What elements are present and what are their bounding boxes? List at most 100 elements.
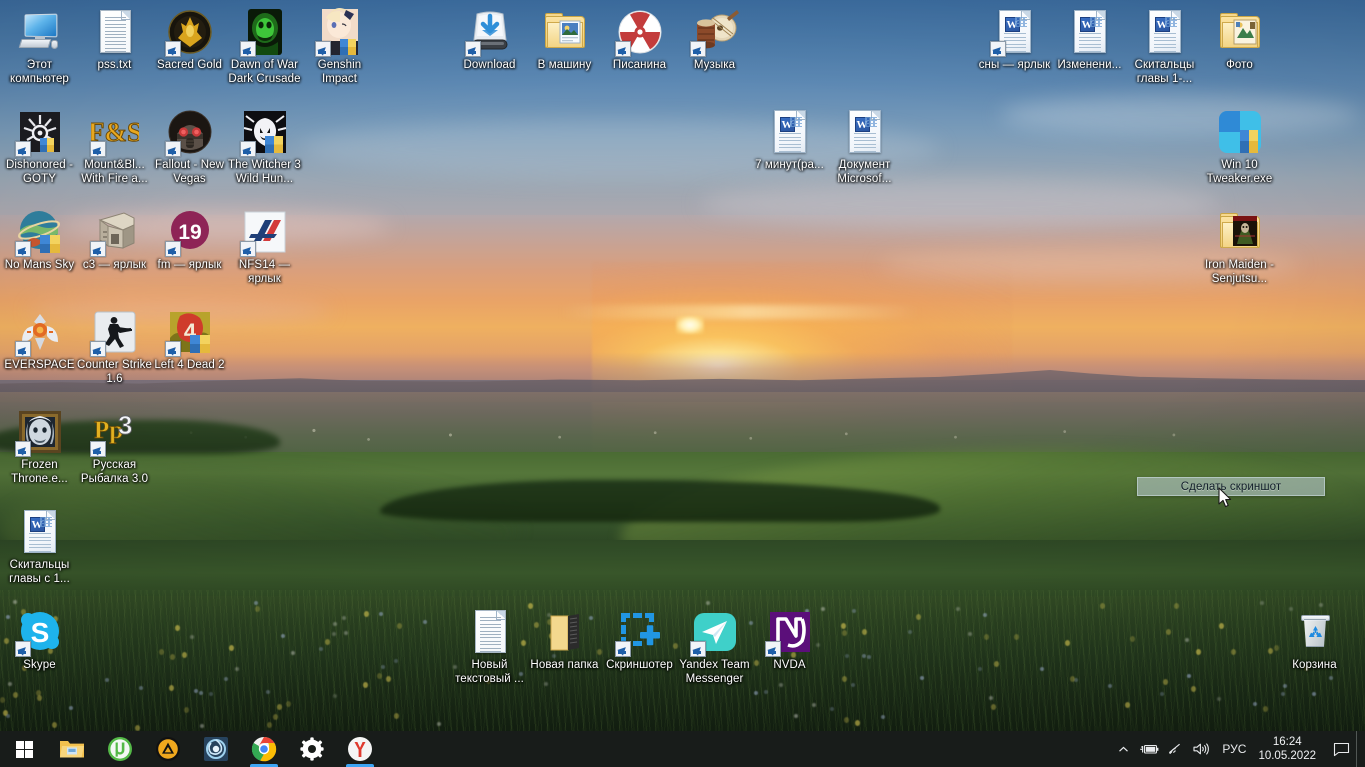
desktop-icon-label: Русская Рыбалка 3.0 [80,459,149,485]
desktop-icon-pss-txt[interactable]: pss.txt [77,8,152,73]
desktop-icon-image [14,208,64,257]
desktop-icon-izmeneniya[interactable]: W Изменени... [1052,8,1127,73]
desktop-icon-counter-strike-16[interactable]: Counter Strike 1.6 [77,308,152,386]
language-label: РУС [1222,742,1247,756]
shortcut-arrow-icon [14,641,31,657]
desktop-icon-left-4-dead-2[interactable]: 4 Left 4 Dead 2 [152,308,227,373]
battery-charging-icon[interactable] [1136,731,1162,767]
taskbar-chrome[interactable] [240,731,288,767]
desktop-icon-download[interactable]: Download [452,8,527,73]
desktop-icon-muzyka[interactable]: Музыка [677,8,752,73]
desktop-icon-image [239,108,289,157]
desktop-icon-label: Frozen Throne.e... [11,459,68,485]
show-desktop-button[interactable] [1356,731,1363,767]
context-menu-item-take-screenshot[interactable]: Сделать скриншот [1137,477,1325,496]
desktop-icon-nfs14-shortcut[interactable]: NFS14 — ярлык [227,208,302,286]
desktop-icon-image [89,208,139,257]
volume-icon[interactable] [1188,731,1214,767]
desktop-icon-label: Музыка [693,59,736,71]
desktop-icon-witcher-3[interactable]: The Witcher 3 Wild Hun... [227,108,302,186]
desktop-icon-label: Fallout - New Vegas [154,159,225,185]
desktop-icon-sny-shortcut[interactable]: Wсны — ярлык [977,8,1052,73]
notification-center-button[interactable] [1326,731,1356,767]
desktop-icon-fallout-new-vegas[interactable]: Fallout - New Vegas [152,108,227,186]
taskbar-settings[interactable] [288,731,336,767]
wifi-icon[interactable] [1162,731,1188,767]
shortcut-arrow-icon [164,241,181,257]
desktop-icon-novaya-papka[interactable]: Новая папка [527,608,602,673]
desktop-icon-label: Скриншотер [606,659,673,671]
desktop-icon-pisanina[interactable]: Писанина [602,8,677,73]
desktop-icon-image [164,8,214,57]
desktop-icon-dawn-of-war[interactable]: Dawn of War Dark Crusade [227,8,302,86]
shortcut-arrow-icon [14,141,31,157]
desktop-icon-image [16,8,64,56]
desktop-icon-skrinshoter[interactable]: Скриншотер [602,608,677,673]
desktop-icon-7-minut[interactable]: W 7 минут(ра... [752,108,827,173]
desktop-icon-no-mans-sky[interactable]: No Mans Sky [2,208,77,273]
shortcut-arrow-icon [689,41,706,57]
clock-date: 10.05.2022 [1258,750,1316,762]
taskbar: РУС 16:24 10.05.2022 [0,731,1365,767]
desktop-icon-label: NVDA [773,659,806,671]
desktop-icon-dokument-microsoft[interactable]: W Документ Microsof... [827,108,902,186]
word-document-icon: W [1066,8,1114,56]
desktop-icon-nvda[interactable]: NVDA [752,608,827,673]
desktop-icon-label: Download [463,59,516,71]
desktop-icon-image [1216,108,1264,156]
desktop-icon-genshin-impact[interactable]: Genshin Impact [302,8,377,86]
desktop-icon-image [614,8,664,57]
desktop-icon-mount-and-blade[interactable]: F&S Mount&Bl... With Fire a... [77,108,152,186]
folder-iron-maiden-icon [1216,208,1264,256]
taskbar-utorrent[interactable] [96,731,144,767]
shortcut-arrow-icon [764,641,781,657]
language-indicator[interactable]: РУС [1214,731,1254,767]
word-document-icon: W [16,508,64,556]
desktop-icon-image [541,608,589,656]
desktop-icon-image [239,208,289,257]
shortcut-arrow-icon [89,241,106,257]
desktop-icon-image: W [841,108,889,156]
start-button[interactable] [0,731,48,767]
taskbar-file-explorer[interactable] [48,731,96,767]
desktop-icon-russkaya-rybalka-30[interactable]: Рр 3 Русская Рыбалка 3.0 [77,408,152,486]
desktop-icon-fm-shortcut[interactable]: 19 fm — ярлык [152,208,227,273]
desktop-icon-iron-maiden-senjutsu[interactable]: Iron Maiden - Senjutsu... [1202,208,1277,286]
text-file-icon [466,608,514,656]
desktop-icon-skype[interactable]: S Skype [2,608,77,673]
desktop-icon-image [91,8,139,56]
desktop-icon-win10-tweaker[interactable]: Win 10 Tweaker.exe [1202,108,1277,186]
desktop-icon-label: Yandex Team Messenger [679,659,750,685]
desktop-icon-label: Left 4 Dead 2 [154,359,225,371]
desktop-icon-label: Корзина [1292,659,1337,671]
desktop-icon-sacred-gold[interactable]: Sacred Gold [152,8,227,73]
desktop-icon-image [1216,208,1264,256]
desktop-icon-dishonored-goty[interactable]: Dishonored - GOTY [2,108,77,186]
desktop-icon-novyy-tekstovyy[interactable]: Новый текстовый ... [452,608,527,686]
shortcut-arrow-icon [89,141,106,157]
desktop-icon-frozen-throne[interactable]: Frozen Throne.e... [2,408,77,486]
desktop-icon-label: Iron Maiden - Senjutsu... [1204,259,1275,285]
shortcut-arrow-icon [614,641,631,657]
taskbar-game[interactable] [192,731,240,767]
desktop-icon-this-pc[interactable]: Этот компьютер [2,8,77,86]
desktop-icon-label: Genshin Impact [317,59,362,85]
desktop-icon-skitaltsy-glavy-1[interactable]: W Скитальцы главы 1-... [1127,8,1202,86]
win10-tweaker-icon [1216,108,1264,156]
taskbar-aimp[interactable] [144,731,192,767]
taskbar-empty-area[interactable] [384,731,1110,767]
tray-chevron-up-icon[interactable] [1110,731,1136,767]
desktop-icon-skitaltsy-glavy-s-1[interactable]: W Скитальцы главы с 1... [2,508,77,586]
desktop-icon-label: Писанина [612,59,667,71]
desktop-icon-image [14,308,64,357]
taskbar-yandex[interactable] [336,731,384,767]
desktop-icon-label: EVERSPACE [4,359,75,371]
desktop-icon-everspace[interactable]: EVERSPACE [2,308,77,373]
desktop-icon-foto[interactable]: Фото [1202,8,1277,73]
chrome-icon [251,736,277,762]
desktop-icon-v-mashinu[interactable]: В машину [527,8,602,73]
desktop-icon-c3-shortcut[interactable]: c3 — ярлык [77,208,152,273]
clock[interactable]: 16:24 10.05.2022 [1254,731,1326,767]
desktop-icon-yandex-team-messenger[interactable]: Yandex Team Messenger [677,608,752,686]
desktop-icon-recycle-bin[interactable]: Корзина [1277,608,1352,673]
